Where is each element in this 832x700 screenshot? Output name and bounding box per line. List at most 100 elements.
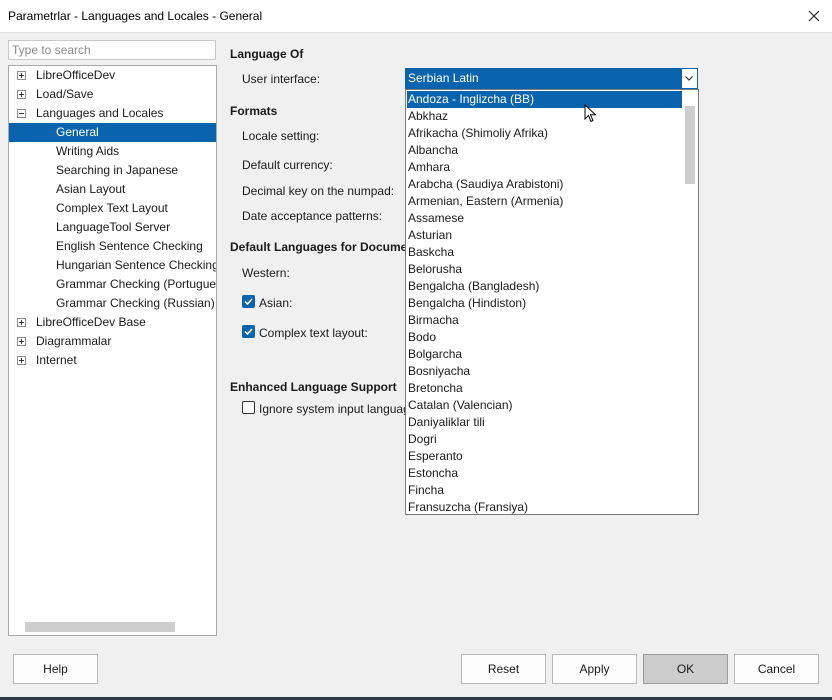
- tree-item[interactable]: Complex Text Layout: [9, 199, 216, 218]
- date-patterns-label: Date acceptance patterns:: [242, 209, 383, 223]
- ctl-label: Complex text layout:: [259, 326, 368, 340]
- chevron-down-icon: [685, 76, 693, 81]
- dropdown-option[interactable]: Andoza - Inglizcha (BB): [407, 91, 682, 108]
- tree-item[interactable]: Grammar Checking (Russian): [9, 294, 216, 313]
- dropdown-scrollbar-thumb[interactable]: [685, 106, 695, 184]
- dropdown-option[interactable]: Armenian, Eastern (Armenia): [407, 193, 682, 210]
- dropdown-option[interactable]: Arabcha (Saudiya Arabistoni): [407, 176, 682, 193]
- tree-item[interactable]: LibreOfficeDev: [9, 66, 216, 85]
- asian-checkbox[interactable]: [242, 295, 255, 308]
- dropdown-option[interactable]: Afrikacha (Shimoliy Afrika): [407, 125, 682, 142]
- dropdown-option[interactable]: Fransuzcha (Fransiya): [407, 499, 682, 514]
- tree-horizontal-scrollbar[interactable]: [25, 622, 175, 632]
- tree-item-label: Internet: [36, 353, 77, 367]
- tree-item[interactable]: English Sentence Checking: [9, 237, 216, 256]
- tree-item[interactable]: Grammar Checking (Portugues: [9, 275, 216, 294]
- expand-icon[interactable]: [17, 90, 26, 99]
- expand-icon[interactable]: [17, 71, 26, 80]
- window-title: Parametrlar - Languages and Locales - Ge…: [8, 9, 263, 23]
- dropdown-option[interactable]: Esperanto: [407, 448, 682, 465]
- search-input[interactable]: [8, 40, 216, 60]
- checkmark-icon: [244, 298, 253, 306]
- tree-item-label: LanguageTool Server: [56, 220, 171, 234]
- dropdown-option[interactable]: Estoncha: [407, 465, 682, 482]
- tree-item[interactable]: LanguageTool Server: [9, 218, 216, 237]
- dropdown-option[interactable]: Asturian: [407, 227, 682, 244]
- close-button[interactable]: [802, 4, 826, 28]
- help-button[interactable]: Help: [13, 654, 98, 684]
- formats-heading: Formats: [230, 104, 278, 118]
- user-interface-combo[interactable]: Serbian Latin: [405, 68, 698, 89]
- tree-item-label: Writing Aids: [56, 144, 120, 158]
- tree-item-label: Diagrammalar: [36, 334, 112, 348]
- reset-button[interactable]: Reset: [461, 654, 546, 684]
- tree-item[interactable]: Languages and Locales: [9, 104, 216, 123]
- tree-item[interactable]: Hungarian Sentence Checking: [9, 256, 216, 275]
- tree-item-label: Grammar Checking (Russian): [56, 296, 215, 310]
- dropdown-option[interactable]: Assamese: [407, 210, 682, 227]
- options-tree[interactable]: Internet Diagrammalar LibreOfficeDev Base G…: [8, 65, 217, 636]
- title-bar: Parametrlar - Languages and Locales - Ge…: [0, 0, 832, 33]
- language-dropdown-list[interactable]: Andoza - Inglizcha (BB) Abkhaz Afrikacha (…: [405, 89, 699, 515]
- tree-item-label: Languages and Locales: [36, 106, 164, 120]
- tree-item-label: Searching in Japanese: [56, 163, 179, 177]
- combo-dropdown-button[interactable]: [681, 69, 697, 88]
- collapse-icon[interactable]: [17, 109, 26, 118]
- dropdown-option[interactable]: Bosniyacha: [407, 363, 682, 380]
- dropdown-option[interactable]: Bodo: [407, 329, 682, 346]
- tree-item-label: General: [56, 125, 99, 139]
- dropdown-option[interactable]: Abkhaz: [407, 108, 682, 125]
- locale-setting-label: Locale setting:: [242, 129, 320, 143]
- cancel-button[interactable]: Cancel: [734, 654, 819, 684]
- default-languages-heading: Default Languages for Documen: [230, 240, 415, 254]
- dropdown-option[interactable]: Dogri: [407, 431, 682, 448]
- tree-item-label: LibreOfficeDev Base: [36, 315, 146, 329]
- expand-icon[interactable]: [17, 337, 26, 346]
- tree-item-label: Load/Save: [36, 87, 94, 101]
- tree-item[interactable]: LibreOfficeDev Base: [9, 313, 216, 332]
- expand-icon[interactable]: [17, 318, 26, 327]
- dropdown-option[interactable]: Daniyaliklar tili: [407, 414, 682, 431]
- tree-item-label: LibreOfficeDev: [36, 68, 116, 82]
- dropdown-option[interactable]: Amhara: [407, 159, 682, 176]
- user-interface-label: User interface:: [242, 72, 321, 86]
- decimal-key-label: Decimal key on the numpad:: [242, 184, 395, 198]
- checkmark-icon: [244, 328, 253, 336]
- tree-item[interactable]: Load/Save: [9, 85, 216, 104]
- tree-item-label: Complex Text Layout: [56, 201, 168, 215]
- tree-item-label: Asian Layout: [56, 182, 126, 196]
- dropdown-option[interactable]: Bolgarcha: [407, 346, 682, 363]
- tree-item[interactable]: Searching in Japanese: [9, 161, 216, 180]
- tree-item[interactable]: General: [9, 123, 216, 142]
- tree-item[interactable]: Internet: [9, 351, 216, 370]
- asian-label: Asian:: [259, 296, 293, 310]
- tree-item-label: English Sentence Checking: [56, 239, 203, 253]
- user-interface-value: Serbian Latin: [408, 71, 479, 85]
- tree-item[interactable]: Asian Layout: [9, 180, 216, 199]
- tree-item[interactable]: Writing Aids: [9, 142, 216, 161]
- ignore-input-checkbox[interactable]: [242, 401, 255, 414]
- ctl-checkbox[interactable]: [242, 325, 255, 338]
- enhanced-support-heading: Enhanced Language Support: [230, 380, 397, 394]
- tree-item-label: Hungarian Sentence Checking: [56, 258, 217, 272]
- dropdown-option[interactable]: Catalan (Valencian): [407, 397, 682, 414]
- dropdown-option[interactable]: Bretoncha: [407, 380, 682, 397]
- default-currency-label: Default currency:: [242, 158, 333, 172]
- dropdown-option[interactable]: Bengalcha (Bangladesh): [407, 278, 682, 295]
- ok-button[interactable]: OK: [643, 654, 728, 684]
- dropdown-option[interactable]: Fincha: [407, 482, 682, 499]
- dropdown-option[interactable]: Albancha: [407, 142, 682, 159]
- tree-item-label: Grammar Checking (Portugues: [56, 277, 217, 291]
- western-label: Western:: [242, 266, 290, 280]
- tree-item[interactable]: Diagrammalar: [9, 332, 216, 351]
- mouse-cursor-icon: [584, 104, 597, 123]
- expand-icon[interactable]: [17, 356, 26, 365]
- language-of-heading: Language Of: [230, 47, 304, 61]
- ignore-input-label: Ignore system input languag: [259, 402, 410, 416]
- dropdown-option[interactable]: Baskcha: [407, 244, 682, 261]
- apply-button[interactable]: Apply: [552, 654, 637, 684]
- dropdown-option[interactable]: Belorusha: [407, 261, 682, 278]
- close-icon: [808, 10, 820, 22]
- dropdown-option[interactable]: Bengalcha (Hindiston): [407, 295, 682, 312]
- dropdown-option[interactable]: Birmacha: [407, 312, 682, 329]
